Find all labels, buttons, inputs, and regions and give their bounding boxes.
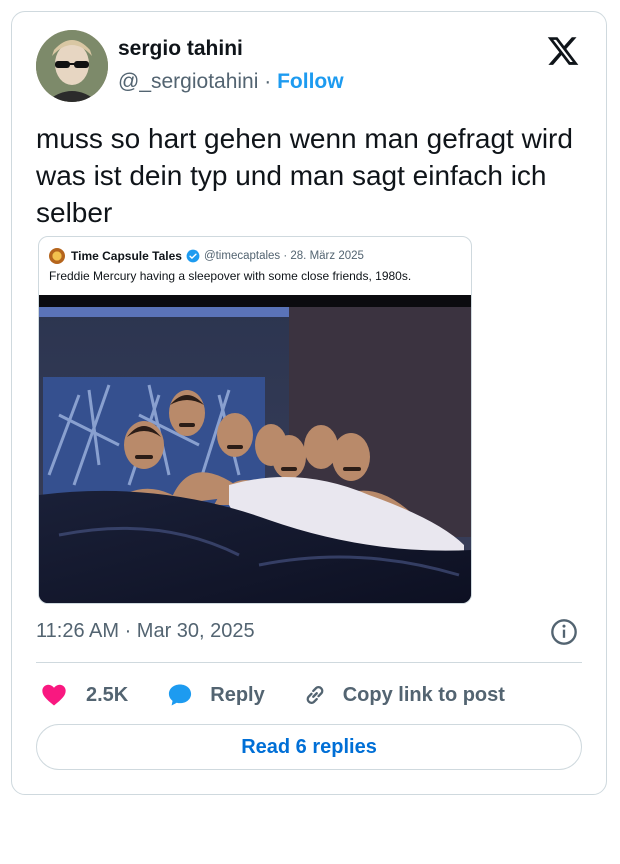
like-button[interactable]: 2.5K <box>40 681 128 709</box>
reply-label: Reply <box>210 683 265 706</box>
quoted-author-avatar <box>49 248 65 264</box>
reply-button[interactable]: Reply <box>166 681 265 709</box>
author-name[interactable]: sergio tahini <box>118 36 344 62</box>
copy-link-label: Copy link to post <box>342 683 505 706</box>
handle-separator: · <box>258 70 278 93</box>
like-count: 2.5K <box>86 683 129 706</box>
tweet-text: muss so hart gehen wenn man gefragt wird… <box>36 123 573 228</box>
author-handle[interactable]: @_sergiotahini <box>118 70 258 93</box>
divider <box>36 662 582 663</box>
quoted-author-name: Time Capsule Tales <box>71 249 182 263</box>
author-avatar[interactable] <box>36 30 108 102</box>
copy-link-button[interactable]: Copy link to post <box>301 681 505 709</box>
embedded-tweet-card: sergio tahini @_sergiotahini · Follow mu… <box>11 11 607 795</box>
quoted-text: Freddie Mercury having a sleepover with … <box>49 269 412 283</box>
speech-bubble-icon <box>169 684 192 706</box>
verified-badge-icon <box>186 249 200 263</box>
quoted-tweet-header: Time Capsule Tales @timecaptales · 28. M… <box>49 247 364 265</box>
link-icon <box>306 686 324 704</box>
author-info: sergio tahini @_sergiotahini · Follow <box>118 36 344 96</box>
author-handle-row: @_sergiotahini · Follow <box>118 68 344 96</box>
read-replies-button[interactable]: Read 6 replies <box>36 724 582 770</box>
quoted-tweet[interactable]: Time Capsule Tales @timecaptales · 28. M… <box>38 236 472 604</box>
follow-button[interactable]: Follow <box>277 70 344 93</box>
quoted-photo[interactable] <box>39 295 471 603</box>
heart-icon <box>42 684 66 706</box>
tweet-timestamp[interactable]: 11:26 AM · Mar 30, 2025 <box>36 620 255 643</box>
tweet-actions: 2.5K Reply Copy link to post <box>36 676 505 714</box>
info-icon[interactable] <box>550 618 578 646</box>
x-logo-icon[interactable] <box>546 34 580 68</box>
quoted-meta: @timecaptales · 28. März 2025 <box>203 250 364 262</box>
